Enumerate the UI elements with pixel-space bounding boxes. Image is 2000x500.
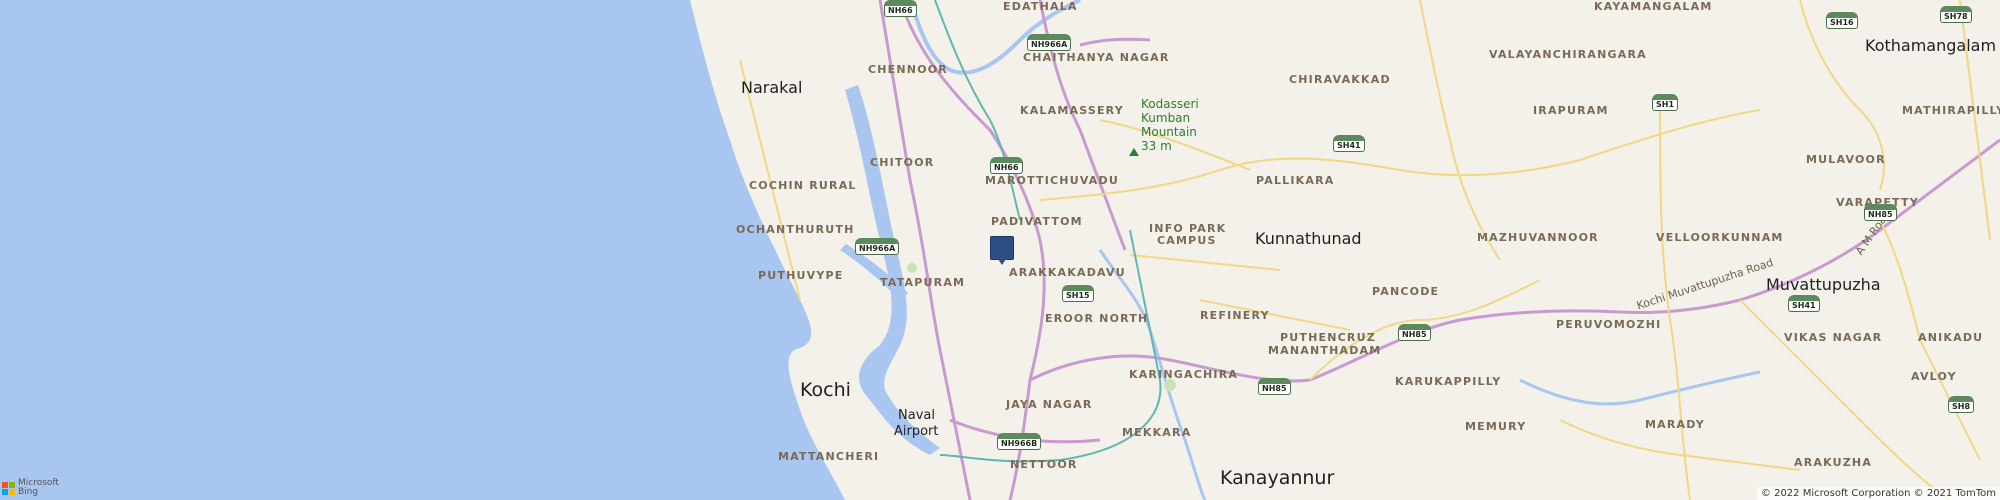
city-label-kothamangalam: Kothamangalam — [1865, 36, 1997, 55]
mountain-icon — [1129, 148, 1139, 156]
poi-name-line-1: Kodasseri — [1141, 97, 1199, 111]
route-shield-nh85: NH85 — [1398, 324, 1431, 341]
green-area — [907, 263, 917, 273]
city-label-kunnathunad: Kunnathunad — [1255, 229, 1362, 248]
area-label-karingachira: KARINGACHIRA — [1129, 368, 1239, 381]
area-label-chitoor: CHITOOR — [870, 156, 935, 169]
area-label-mattancheri: MATTANCHERI — [778, 450, 880, 463]
city-label-kochi: Kochi — [800, 379, 851, 401]
naval-label: Naval — [898, 408, 935, 423]
railway — [934, 0, 1021, 221]
copyright-notice: © 2022 Microsoft Corporation © 2021 TomT… — [1756, 487, 2000, 500]
city-label-narakal: Narakal — [741, 78, 803, 97]
area-label-valayanchirangara: VALAYANCHIRANGARA — [1489, 48, 1647, 61]
brand-text: Microsoft Bing — [18, 479, 59, 497]
route-shield-sh41: SH41 — [1788, 295, 1820, 312]
area-label-vikas-nagar: VIKAS NAGAR — [1784, 331, 1883, 344]
sea-area — [0, 0, 845, 500]
area-label-pallikara: PALLIKARA — [1256, 174, 1335, 187]
location-pin-marker[interactable] — [990, 236, 1014, 265]
area-label-anikadu: ANIKADU — [1918, 331, 1984, 344]
area-label-eroor-north: EROOR NORTH — [1045, 312, 1149, 325]
route-shield-nh966b: NH966B — [997, 433, 1042, 450]
route-shield-nh85: NH85 — [1258, 378, 1291, 395]
area-label-mazhuvannoor: MAZHUVANNOOR — [1477, 231, 1599, 244]
route-shield-sh1: SH1 — [1652, 94, 1679, 111]
route-shield-sh15: SH15 — [1062, 285, 1094, 302]
area-label-arakuzha: ARAKUZHA — [1794, 456, 1873, 469]
area-label-puthuvype: PUTHUVYPE — [758, 269, 844, 282]
area-label-chiravakkad: CHIRAVAKKAD — [1289, 73, 1391, 86]
area-label-ochanthuruth: OCHANTHURUTH — [736, 223, 855, 236]
route-shield-sh16: SH16 — [1826, 12, 1858, 29]
area-label-campus: CAMPUS — [1157, 234, 1217, 247]
area-label-arakkakadavu: ARAKKAKADAVU — [1009, 266, 1126, 279]
area-label-kayamangalam: KAYAMANGALAM — [1594, 0, 1713, 13]
area-label-pancode: PANCODE — [1372, 285, 1440, 298]
poi-name-line-2: Kumban — [1141, 111, 1191, 125]
bing-brand-logo: Microsoft Bing — [2, 479, 59, 497]
area-label-avloy: AVLOY — [1911, 370, 1957, 383]
area-label-mananthadam: MANANTHADAM — [1268, 344, 1382, 357]
area-label-marady: MARADY — [1645, 418, 1705, 431]
poi-elevation: 33 m — [1141, 139, 1172, 153]
route-shield-nh66: NH66 — [990, 157, 1023, 174]
area-label-puthencruz: PUTHENCRUZ — [1280, 331, 1376, 344]
area-label-chennoor: CHENNOOR — [868, 63, 948, 76]
area-label-marottichuvadu: MAROTTICHUVADU — [985, 174, 1119, 187]
area-label-irapuram: IRAPURAM — [1533, 104, 1609, 117]
airport-label: Airport — [894, 424, 939, 439]
city-label-kanayannur: Kanayannur — [1220, 467, 1335, 489]
area-label-refinery: REFINERY — [1200, 309, 1270, 322]
river-muvattupuzha — [1519, 370, 1761, 406]
area-label-mekkara: MEKKARA — [1122, 426, 1192, 439]
area-label-peruvomozhi: PERUVOMOZHI — [1556, 318, 1662, 331]
route-shield-sh41: SH41 — [1333, 135, 1365, 152]
map-view[interactable]: Narakal Kochi Kunnathunad Muvattupuzha K… — [0, 0, 2000, 500]
area-label-jaya-nagar: JAYA NAGAR — [1006, 398, 1093, 411]
microsoft-logo-icon — [2, 481, 15, 495]
area-label-nettoor: NETTOOR — [1010, 458, 1078, 471]
brand-line-2: Bing — [18, 487, 39, 497]
route-shield-sh8: SH8 — [1948, 396, 1975, 413]
route-shield-nh966a: NH966A — [855, 238, 900, 255]
area-label-kalamassery: KALAMASSERY — [1020, 104, 1124, 117]
area-label-cochin-rural: COCHIN RURAL — [749, 179, 857, 192]
area-label-edathala: EDATHALA — [1003, 0, 1078, 13]
poi-name-line-3: Mountain — [1141, 125, 1197, 139]
route-shield-nh85: NH85 — [1864, 204, 1897, 221]
area-label-karukappilly: KARUKAPPILLY — [1395, 375, 1502, 388]
city-label-muvattupuzha: Muvattupuzha — [1766, 275, 1881, 294]
area-label-chaithanya-nagar: CHAITHANYA NAGAR — [1023, 51, 1170, 64]
route-shield-sh78: SH78 — [1940, 6, 1972, 23]
area-label-padivattom: PADIVATTOM — [991, 215, 1083, 228]
area-label-velloorkunnam: VELLOORKUNNAM — [1656, 231, 1784, 244]
route-shield-nh66: NH66 — [884, 0, 917, 17]
area-label-tatapuram: TATAPURAM — [880, 276, 966, 289]
area-label-mulavoor: MULAVOOR — [1806, 153, 1886, 166]
area-label-mathirapilly: MATHIRAPILLY — [1902, 104, 2000, 117]
area-label-memury: MEMURY — [1465, 420, 1527, 433]
route-shield-nh966a: NH966A — [1027, 34, 1072, 51]
